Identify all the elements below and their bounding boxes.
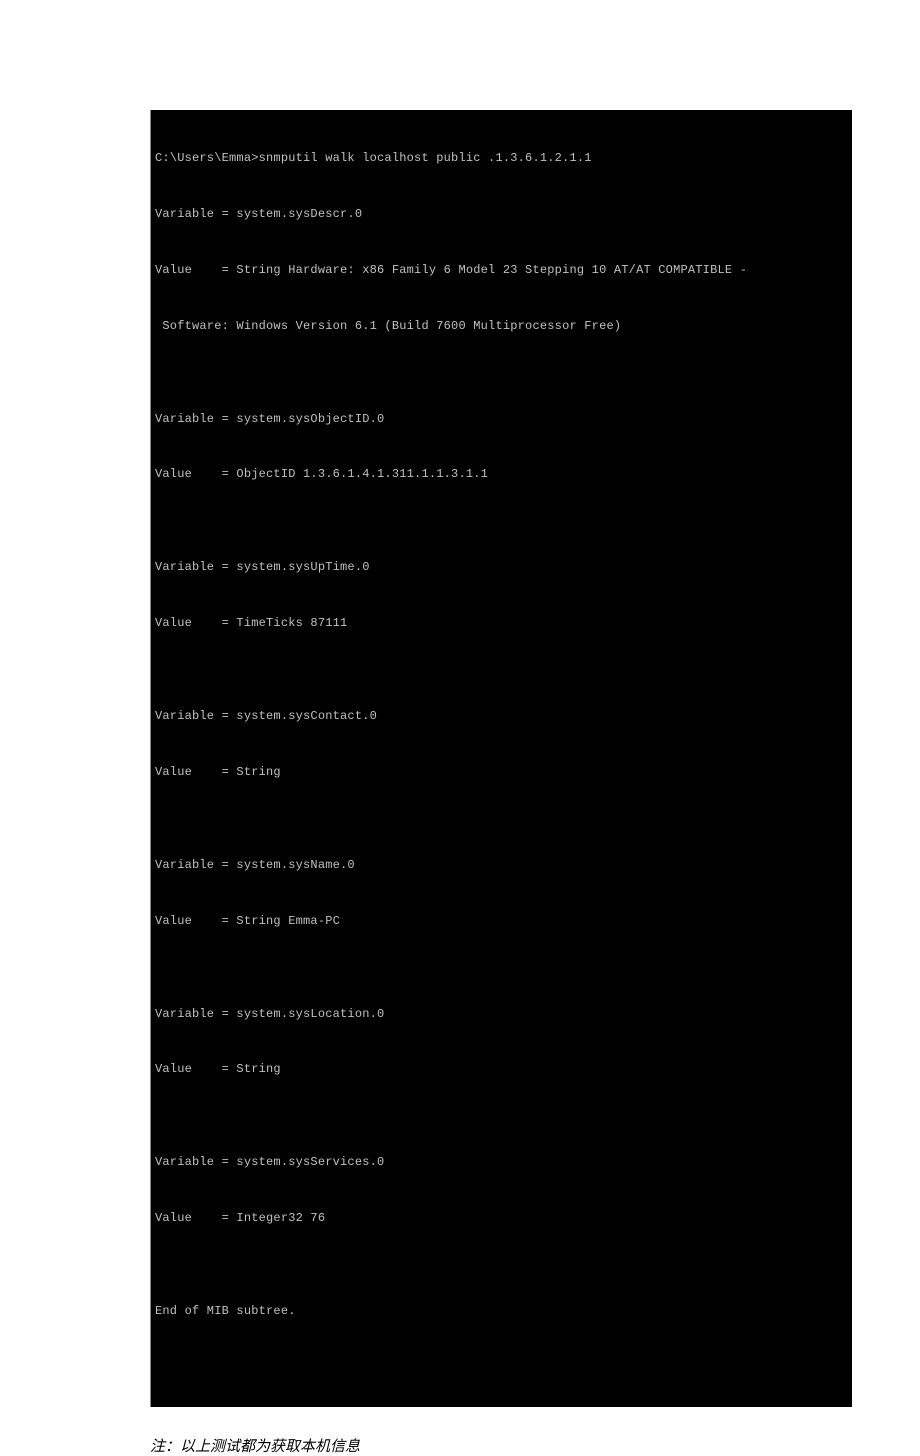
terminal-output: C:\Users\Emma>snmputil walk localhost pu… [150, 110, 852, 1407]
terminal-line: Variable = system.sysObjectID.0 [155, 410, 848, 429]
terminal-line: Variable = system.sysContact.0 [155, 707, 848, 726]
terminal-line: Variable = system.sysUpTime.0 [155, 558, 848, 577]
terminal-line: Variable = system.sysDescr.0 [155, 205, 848, 224]
terminal-line: Value = String Emma-PC [155, 912, 848, 931]
document-page: C:\Users\Emma>snmputil walk localhost pu… [0, 0, 920, 1456]
terminal-line: Value = String Hardware: x86 Family 6 Mo… [155, 261, 848, 280]
terminal-line: Value = ObjectID 1.3.6.1.4.1.311.1.1.3.1… [155, 465, 848, 484]
terminal-line: Software: Windows Version 6.1 (Build 760… [155, 317, 848, 336]
note-text: 注：以上测试都为获取本机信息 [150, 1435, 770, 1456]
terminal-line: Value = TimeTicks 87111 [155, 614, 848, 633]
terminal-line: Variable = system.sysServices.0 [155, 1153, 848, 1172]
terminal-line: Variable = system.sysName.0 [155, 856, 848, 875]
terminal-line: Value = String [155, 1060, 848, 1079]
terminal-line: C:\Users\Emma>snmputil walk localhost pu… [155, 149, 848, 168]
terminal-line: Value = String [155, 763, 848, 782]
terminal-line: Variable = system.sysLocation.0 [155, 1005, 848, 1024]
terminal-line: Value = Integer32 76 [155, 1209, 848, 1228]
terminal-line: End of MIB subtree. [155, 1302, 848, 1321]
